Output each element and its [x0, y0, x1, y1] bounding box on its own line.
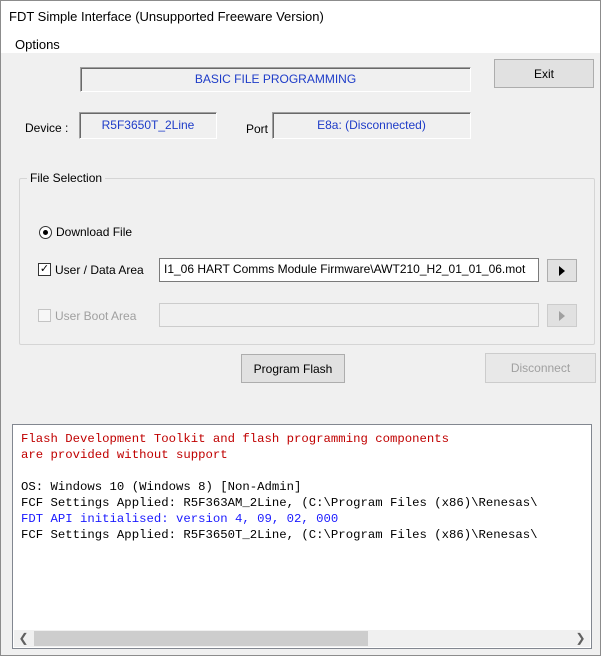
chevron-right-icon[interactable]: ❯	[572, 631, 589, 646]
mode-text: BASIC FILE PROGRAMMING	[194, 72, 357, 86]
user-data-area-path[interactable]: I1_06 HART Comms Module Firmware\AWT210_…	[159, 258, 539, 282]
title-bar: FDT Simple Interface (Unsupported Freewa…	[1, 1, 600, 31]
disconnect-label: Disconnect	[510, 361, 571, 375]
window-title: FDT Simple Interface (Unsupported Freewa…	[9, 9, 324, 24]
device-value: R5F3650T_2Line	[101, 118, 195, 132]
log-content: Flash Development Toolkit and flash prog…	[21, 431, 591, 543]
play-arrow-icon	[559, 265, 565, 276]
exit-label: Exit	[533, 66, 554, 81]
menu-bar: Options	[1, 31, 600, 53]
user-data-area-label[interactable]: User / Data Area	[55, 263, 144, 277]
port-label: Port :	[246, 122, 275, 136]
menu-options[interactable]: Options	[15, 37, 60, 52]
file-selection-title: File Selection	[27, 171, 106, 185]
mode-display: BASIC FILE PROGRAMMING	[80, 67, 471, 92]
log-line: are provided without support	[21, 448, 228, 462]
disconnect-button[interactable]: Disconnect	[485, 353, 596, 383]
user-data-area-checkbox[interactable]: ✓	[38, 263, 51, 276]
exit-button[interactable]: Exit	[494, 59, 594, 88]
log-line: Flash Development Toolkit and flash prog…	[21, 432, 450, 446]
scrollbar-thumb[interactable]	[34, 631, 368, 646]
horizontal-scrollbar[interactable]: ❮ ❯	[14, 630, 590, 647]
download-file-label[interactable]: Download File	[56, 225, 132, 239]
output-log[interactable]: Flash Development Toolkit and flash prog…	[12, 424, 592, 649]
log-line: FCF Settings Applied: R5F3650T_2Line, (C…	[21, 528, 538, 542]
device-display: R5F3650T_2Line	[79, 112, 217, 139]
device-label: Device :	[25, 121, 69, 135]
port-value: E8a: (Disconnected)	[317, 118, 426, 132]
chevron-left-icon[interactable]: ❮	[15, 631, 32, 646]
user-data-area-browse-button[interactable]	[547, 259, 577, 282]
user-boot-area-path[interactable]	[159, 303, 539, 327]
program-flash-label: Program Flash	[253, 361, 333, 376]
fdt-window: FDT Simple Interface (Unsupported Freewa…	[0, 0, 601, 656]
user-boot-area-label: User Boot Area	[55, 309, 137, 323]
program-flash-button[interactable]: Program Flash	[241, 354, 345, 383]
user-boot-area-browse-button[interactable]	[547, 304, 577, 327]
play-arrow-icon	[559, 310, 565, 321]
user-boot-area-checkbox[interactable]	[38, 309, 51, 322]
download-file-radio[interactable]	[39, 226, 52, 239]
port-display: E8a: (Disconnected)	[272, 112, 471, 139]
log-line: FDT API initialised: version 4, 09, 02, …	[21, 512, 339, 526]
log-line: OS: Windows 10 (Windows 8) [Non-Admin]	[21, 480, 302, 494]
log-line: FCF Settings Applied: R5F363AM_2Line, (C…	[21, 496, 538, 510]
user-data-area-path-text: I1_06 HART Comms Module Firmware\AWT210_…	[164, 262, 526, 276]
